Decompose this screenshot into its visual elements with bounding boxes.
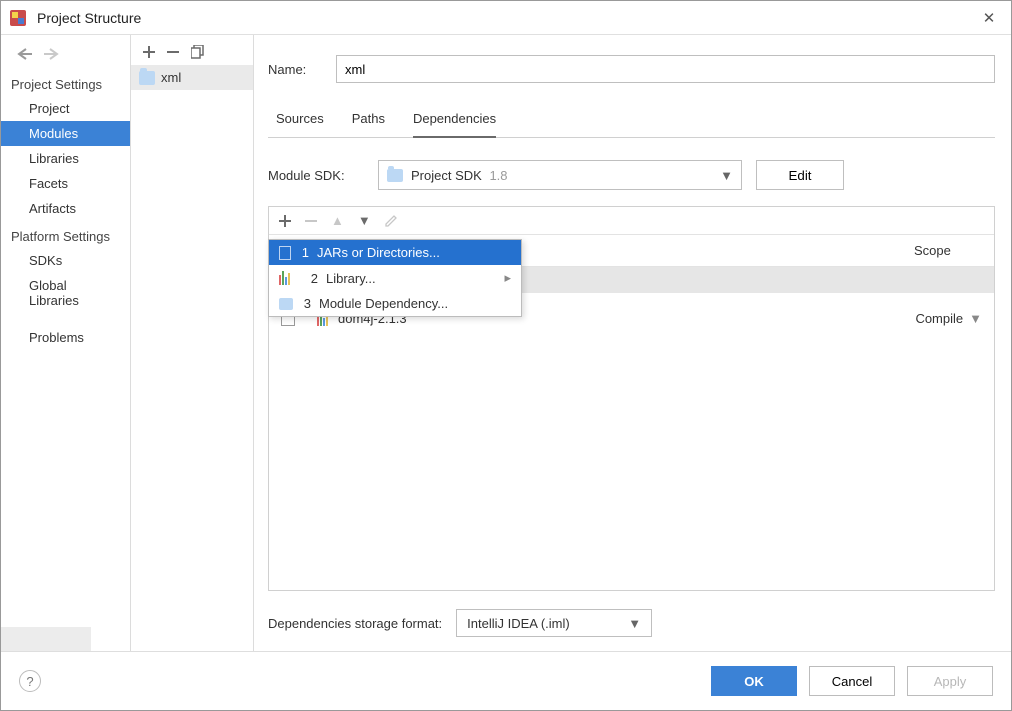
module-tabs: Sources Paths Dependencies [268, 105, 995, 138]
ok-button[interactable]: OK [711, 666, 797, 696]
sdk-version: 1.8 [489, 168, 507, 183]
window-title: Project Structure [37, 10, 975, 26]
dependencies-panel: ▲ ▼ 1 JARs or Directories... 2 Library..… [268, 206, 995, 591]
sidebar-item-sdks[interactable]: SDKs [1, 248, 130, 273]
sidebar-item-global-libraries[interactable]: Global Libraries [1, 273, 130, 313]
back-icon[interactable] [15, 47, 33, 61]
popup-index: 2 [308, 271, 318, 286]
sidebar-resize-handle[interactable] [1, 627, 91, 651]
storage-format-label: Dependencies storage format: [268, 616, 442, 631]
help-icon[interactable]: ? [19, 670, 41, 692]
chevron-down-icon: ▼ [628, 616, 641, 631]
move-up-icon[interactable]: ▲ [331, 213, 344, 228]
settings-sidebar: Project Settings Project Modules Librari… [1, 35, 131, 651]
folder-icon [387, 169, 403, 182]
section-platform-settings: Platform Settings [1, 221, 130, 248]
app-icon [9, 9, 27, 27]
tab-dependencies[interactable]: Dependencies [413, 105, 496, 138]
edit-dependency-icon[interactable] [385, 215, 397, 227]
folder-icon [139, 71, 155, 85]
storage-format-select[interactable]: IntelliJ IDEA (.iml) ▼ [456, 609, 652, 637]
module-sdk-select[interactable]: Project SDK 1.8 ▼ [378, 160, 742, 190]
cancel-button[interactable]: Cancel [809, 666, 895, 696]
module-icon [279, 298, 293, 310]
sidebar-item-modules[interactable]: Modules [1, 121, 130, 146]
popup-label: Module Dependency... [319, 296, 448, 311]
chevron-down-icon: ▼ [720, 168, 733, 183]
popup-item-module-dependency[interactable]: 3 Module Dependency... [269, 291, 521, 316]
chevron-right-icon: ▸ [504, 270, 511, 286]
remove-dependency-icon[interactable] [305, 215, 317, 227]
module-name-input[interactable] [336, 55, 995, 83]
popup-label: Library... [326, 271, 376, 286]
tab-paths[interactable]: Paths [352, 105, 385, 137]
titlebar: Project Structure ✕ [1, 1, 1011, 35]
scope-select[interactable]: Compile ▼ [915, 311, 982, 326]
storage-format-value: IntelliJ IDEA (.iml) [467, 616, 628, 631]
module-node-label: xml [161, 70, 181, 85]
sidebar-item-problems[interactable]: Problems [1, 325, 130, 350]
chevron-down-icon: ▼ [969, 311, 982, 326]
forward-icon[interactable] [43, 47, 61, 61]
popup-item-jars[interactable]: 1 JARs or Directories... [269, 240, 521, 265]
module-node-xml[interactable]: xml [131, 65, 253, 90]
library-icon [279, 271, 290, 285]
copy-module-icon[interactable] [191, 45, 205, 59]
apply-button[interactable]: Apply [907, 666, 993, 696]
module-editor: Name: Sources Paths Dependencies Module … [254, 35, 1011, 651]
popup-index: 1 [299, 245, 309, 260]
popup-item-library[interactable]: 2 Library... ▸ [269, 265, 521, 291]
name-label: Name: [268, 62, 320, 77]
popup-label: JARs or Directories... [317, 245, 440, 260]
sidebar-item-artifacts[interactable]: Artifacts [1, 196, 130, 221]
add-dependency-popup: 1 JARs or Directories... 2 Library... ▸ … [268, 239, 522, 317]
sidebar-item-facets[interactable]: Facets [1, 171, 130, 196]
column-scope: Scope [902, 235, 994, 266]
sidebar-item-libraries[interactable]: Libraries [1, 146, 130, 171]
section-project-settings: Project Settings [1, 69, 130, 96]
add-dependency-icon[interactable] [279, 215, 291, 227]
module-sdk-label: Module SDK: [268, 168, 364, 183]
scope-value: Compile [915, 311, 963, 326]
tab-sources[interactable]: Sources [276, 105, 324, 137]
add-module-icon[interactable] [143, 46, 155, 58]
edit-sdk-button[interactable]: Edit [756, 160, 844, 190]
close-icon[interactable]: ✕ [975, 9, 1003, 27]
sdk-name: Project SDK [411, 168, 482, 183]
jar-icon [279, 246, 291, 260]
popup-index: 3 [301, 296, 311, 311]
dialog-footer: ? OK Cancel Apply [1, 651, 1011, 710]
sidebar-item-project[interactable]: Project [1, 96, 130, 121]
module-tree: xml [131, 35, 254, 651]
remove-module-icon[interactable] [167, 46, 179, 58]
move-down-icon[interactable]: ▼ [358, 213, 371, 228]
